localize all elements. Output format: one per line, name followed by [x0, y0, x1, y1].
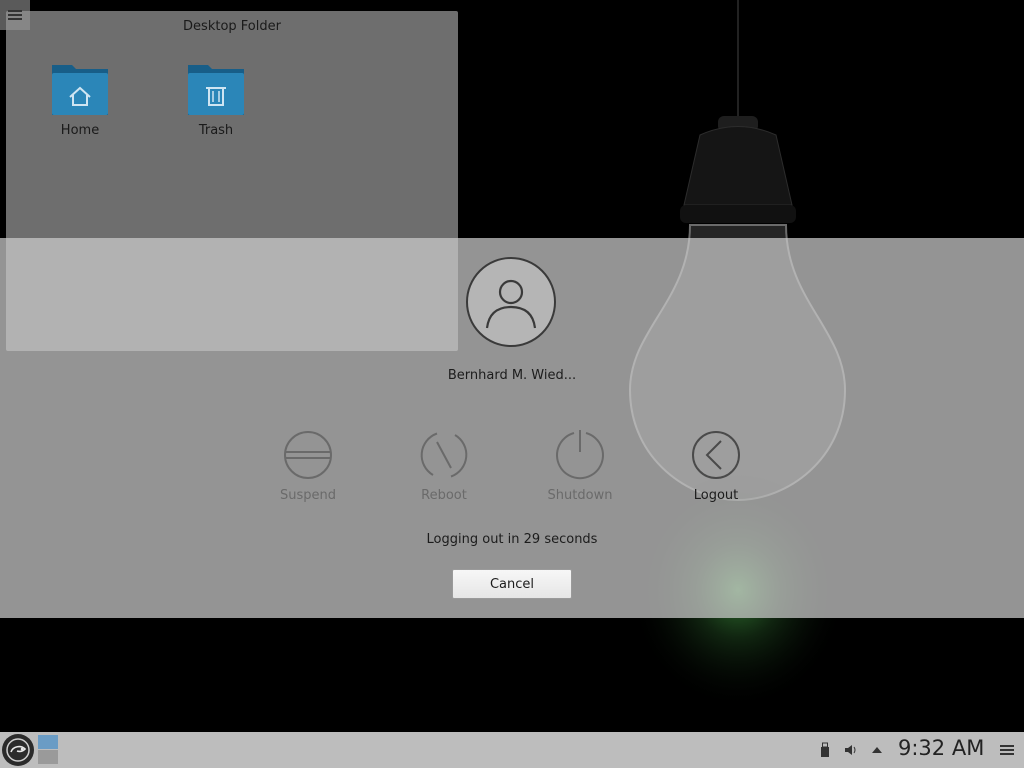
reboot-icon — [420, 432, 468, 478]
trash-folder-icon — [188, 65, 244, 115]
desktop-1[interactable] — [38, 735, 58, 749]
logout-button[interactable]: Logout — [666, 430, 766, 503]
opensuse-logo-icon — [6, 738, 30, 762]
hamburger-icon — [8, 10, 22, 20]
suspend-button[interactable]: Suspend — [258, 430, 358, 503]
shutdown-icon — [556, 430, 604, 480]
shutdown-label: Shutdown — [547, 488, 613, 503]
reboot-label: Reboot — [421, 488, 467, 503]
logout-countdown: Logging out in 29 seconds — [426, 532, 598, 547]
logout-icon — [692, 431, 740, 479]
home-folder-label: Home — [60, 123, 100, 138]
reboot-button[interactable]: Reboot — [394, 430, 494, 503]
trash-folder[interactable]: Trash — [166, 61, 266, 138]
tray-expand-arrow-icon[interactable] — [868, 741, 886, 759]
desktop-menu-button[interactable] — [0, 0, 30, 30]
suspend-label: Suspend — [279, 488, 336, 503]
user-name: Bernhard M. Wied... — [447, 368, 577, 383]
taskbar: 9:32 AM — [0, 732, 1024, 768]
virtual-desktop-pager[interactable] — [38, 735, 58, 765]
home-folder[interactable]: Home — [30, 61, 130, 138]
user-avatar — [466, 257, 556, 347]
application-launcher[interactable] — [2, 734, 34, 766]
suspend-icon — [284, 431, 332, 479]
trash-folder-label: Trash — [198, 123, 234, 138]
usb-device-icon[interactable] — [816, 741, 834, 759]
cancel-button[interactable]: Cancel — [452, 569, 572, 599]
shutdown-button[interactable]: Shutdown — [530, 430, 630, 503]
logout-label: Logout — [693, 488, 739, 503]
home-folder-icon — [52, 65, 108, 115]
user-icon — [485, 279, 537, 329]
desktop-2[interactable] — [38, 750, 58, 764]
logout-screen: Bernhard M. Wied... Suspend Reboot Shutd… — [0, 238, 1024, 618]
desktop-folder-title: Desktop Folder — [183, 19, 281, 34]
clock[interactable]: 9:32 AM — [898, 736, 984, 760]
panel-menu-icon[interactable] — [998, 741, 1016, 759]
volume-icon[interactable] — [842, 741, 860, 759]
